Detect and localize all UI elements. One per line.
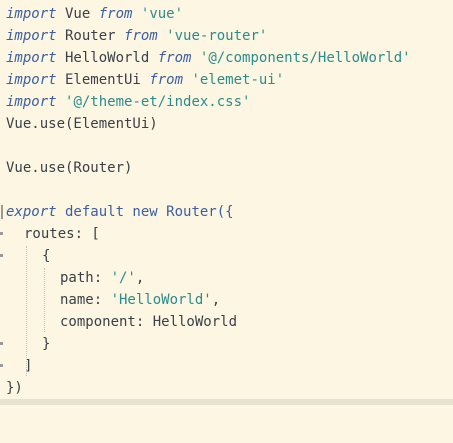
code-text: component: HelloWorld: [60, 314, 238, 330]
fold-marker-icon[interactable]: [1, 205, 3, 219]
code-text: export default new Router({: [6, 204, 234, 220]
code-line-3[interactable]: import HelloWorld from '@/components/Hel…: [0, 47, 453, 69]
code-line-13[interactable]: path: '/',: [0, 267, 453, 289]
code-text: Vue.use(ElementUi): [6, 116, 158, 132]
code-line-16[interactable]: }: [0, 333, 453, 355]
code-line-14[interactable]: name: 'HelloWorld',: [0, 289, 453, 311]
indent-guide: [26, 246, 27, 376]
horizontal-scrollbar[interactable]: [0, 399, 453, 405]
code-line-15[interactable]: component: HelloWorld: [0, 311, 453, 333]
code-text: import Vue from 'vue': [6, 6, 184, 22]
code-line-5[interactable]: import '@/theme-et/index.css': [0, 91, 453, 113]
code-editor[interactable]: import Vue from 'vue' import Router from…: [0, 0, 453, 405]
code-line-9[interactable]: [0, 179, 453, 201]
code-line-7[interactable]: [0, 135, 453, 157]
code-line-1[interactable]: import Vue from 'vue': [0, 3, 453, 25]
code-text: import HelloWorld from '@/components/Hel…: [6, 50, 411, 66]
code-text: }: [42, 336, 51, 352]
code-text: import ElementUi from 'elemet-ui': [6, 72, 285, 88]
code-text: Vue.use(Router): [6, 160, 133, 176]
code-text: import '@/theme-et/index.css': [6, 94, 251, 110]
code-line-17[interactable]: ]: [0, 355, 453, 377]
code-line-10[interactable]: export default new Router({: [0, 201, 453, 223]
gutter-marker-icon: [0, 342, 3, 345]
code-text: }): [6, 380, 23, 396]
code-line-4[interactable]: import ElementUi from 'elemet-ui': [0, 69, 453, 91]
code-line-18[interactable]: }): [0, 377, 453, 399]
code-text: import Router from 'vue-router': [6, 28, 268, 44]
code-text: {: [42, 248, 51, 264]
code-text: name: 'HelloWorld',: [60, 292, 221, 308]
code-text: routes: [: [24, 226, 100, 242]
indent-guide: [44, 268, 45, 332]
code-line-2[interactable]: import Router from 'vue-router': [0, 25, 453, 47]
gutter-marker-icon: [0, 254, 3, 257]
code-text: path: '/',: [60, 270, 145, 286]
gutter-marker-icon: [0, 232, 3, 235]
code-line-8[interactable]: Vue.use(Router): [0, 157, 453, 179]
code-line-11[interactable]: routes: [: [0, 223, 453, 245]
gutter-marker-icon: [0, 364, 3, 367]
code-line-6[interactable]: Vue.use(ElementUi): [0, 113, 453, 135]
code-line-12[interactable]: {: [0, 245, 453, 267]
